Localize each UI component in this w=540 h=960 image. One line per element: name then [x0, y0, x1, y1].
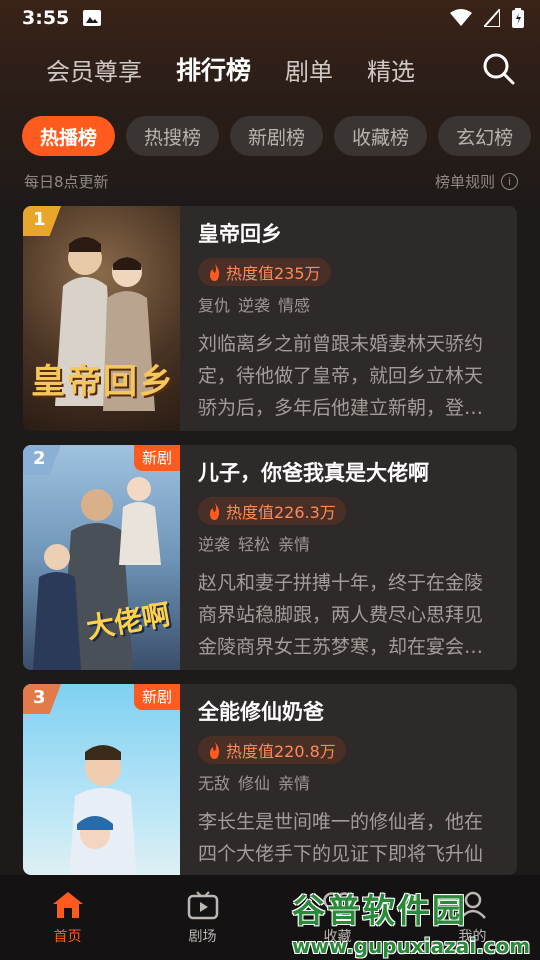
- update-note: 每日8点更新: [24, 172, 109, 191]
- battery-icon: [512, 8, 524, 28]
- heat-value: 热度值235万: [226, 264, 321, 283]
- ranking-chips: 热播榜 热搜榜 新剧榜 收藏榜 玄幻榜: [22, 116, 540, 156]
- ranking-subheader: 每日8点更新 榜单规则 i: [24, 169, 518, 193]
- wifi-icon: [450, 9, 472, 26]
- tag: 逆袭: [238, 296, 271, 315]
- chip-hot-search[interactable]: 热搜榜: [126, 116, 220, 156]
- drama-title: 皇帝回乡: [198, 222, 282, 246]
- status-bar: 3:55: [0, 0, 540, 36]
- card-info: 皇帝回乡 热度值235万 复仇 逆袭 情感 刘临离乡之前曾跟未婚妻林天骄约定，待…: [198, 218, 498, 424]
- tab-featured[interactable]: 精选: [367, 52, 415, 87]
- flame-icon: [210, 741, 220, 759]
- tag: 亲情: [278, 774, 311, 793]
- heat-badge: 热度值226.3万: [198, 497, 346, 525]
- tag-list: 逆袭 轻松 亲情: [198, 531, 498, 555]
- tag: 复仇: [198, 296, 231, 315]
- tag: 逆袭: [198, 535, 231, 554]
- bottom-nav-label: 剧场: [188, 928, 217, 945]
- drama-description: 刘临离乡之前曾跟未婚妻林天骄约定，待他做了皇帝，就回乡立林天骄为后，多年后他建立…: [198, 333, 484, 419]
- tag: 轻松: [238, 535, 271, 554]
- poster-image: 1 皇帝回乡: [23, 206, 180, 431]
- home-icon: [52, 891, 83, 918]
- watermark-overlay: 谷普软件园 www.gupuxiazai.com: [292, 884, 540, 960]
- chip-fantasy[interactable]: 玄幻榜: [438, 116, 532, 156]
- bottom-nav-theater[interactable]: 剧场: [135, 875, 270, 960]
- tag-list: 复仇 逆袭 情感: [198, 292, 498, 316]
- watermark-title: 谷普软件园: [292, 891, 467, 930]
- drama-description: 李长生是世间唯一的修仙者，他在四个大佬手下的见证下即将飞升仙界，却发现自己女儿…: [198, 811, 484, 865]
- drama-description: 赵凡和妻子拼搏十年，终于在金陵商界站稳脚跟，两人费尽心思拜见金陵商界女王苏梦寒，…: [198, 572, 484, 658]
- tag: 情感: [278, 296, 311, 315]
- tab-ranking[interactable]: 排行榜: [176, 51, 251, 87]
- flame-icon: [210, 502, 220, 520]
- bottom-nav-label: 首页: [53, 928, 82, 945]
- drama-title: 儿子，你爸我真是大佬啊: [198, 461, 429, 485]
- poster-image: 3 新剧: [23, 684, 180, 875]
- theater-icon: [187, 890, 218, 919]
- tag: 修仙: [238, 774, 271, 793]
- tab-vip[interactable]: 会员尊享: [46, 52, 142, 87]
- poster-title-art: 皇帝回乡: [31, 362, 175, 402]
- flame-icon: [210, 263, 220, 281]
- signal-icon: [484, 9, 500, 27]
- top-navigation: 会员尊享 排行榜 剧单 精选: [0, 44, 540, 94]
- new-badge: 新剧: [133, 445, 180, 471]
- status-time: 3:55: [22, 7, 70, 29]
- status-icons: [450, 8, 524, 28]
- tag-list: 无敌 修仙 亲情: [198, 770, 498, 794]
- image-notification-icon: [83, 10, 102, 26]
- watermark-url: www.gupuxiazai.com: [292, 934, 531, 958]
- card-info: 全能修仙奶爸 热度值220.8万 无敌 修仙 亲情 李长生是世间唯一的修仙者，他…: [198, 696, 498, 875]
- card-info: 儿子，你爸我真是大佬啊 热度值226.3万 逆袭 轻松 亲情 赵凡和妻子拼搏十年…: [198, 457, 498, 663]
- chip-hot-play[interactable]: 热播榜: [22, 116, 116, 156]
- ranking-card[interactable]: 2 新剧 大佬啊 儿子，你爸我真是大佬啊 热度值226.3万 逆袭 轻松 亲情 …: [23, 445, 517, 670]
- new-badge: 新剧: [133, 684, 180, 710]
- heat-value: 热度值220.8万: [226, 742, 336, 761]
- ranking-card[interactable]: 1 皇帝回乡 皇帝回乡 热度值235万 复仇 逆袭 情感 刘临离乡之前曾跟未婚妻…: [23, 206, 517, 431]
- rules-label: 榜单规则: [434, 172, 495, 191]
- tag: 无敌: [198, 774, 231, 793]
- heat-badge: 热度值235万: [198, 258, 331, 286]
- poster-image: 2 新剧 大佬啊: [23, 445, 180, 670]
- heat-badge: 热度值220.8万: [198, 736, 346, 764]
- rules-link[interactable]: 榜单规则 i: [435, 171, 518, 192]
- bottom-nav-home[interactable]: 首页: [0, 875, 135, 960]
- ranking-card[interactable]: 3 新剧 全能修仙奶爸 热度值220.8万 无敌 修仙 亲情 李长生是世间唯一的…: [23, 684, 517, 875]
- heat-value: 热度值226.3万: [226, 503, 336, 522]
- tab-playlist[interactable]: 剧单: [285, 52, 333, 87]
- drama-title: 全能修仙奶爸: [198, 700, 324, 724]
- chip-favorites[interactable]: 收藏榜: [334, 116, 428, 156]
- info-icon: i: [501, 172, 518, 190]
- chip-new-drama[interactable]: 新剧榜: [230, 116, 324, 156]
- search-icon[interactable]: [482, 52, 516, 86]
- tag: 亲情: [278, 535, 311, 554]
